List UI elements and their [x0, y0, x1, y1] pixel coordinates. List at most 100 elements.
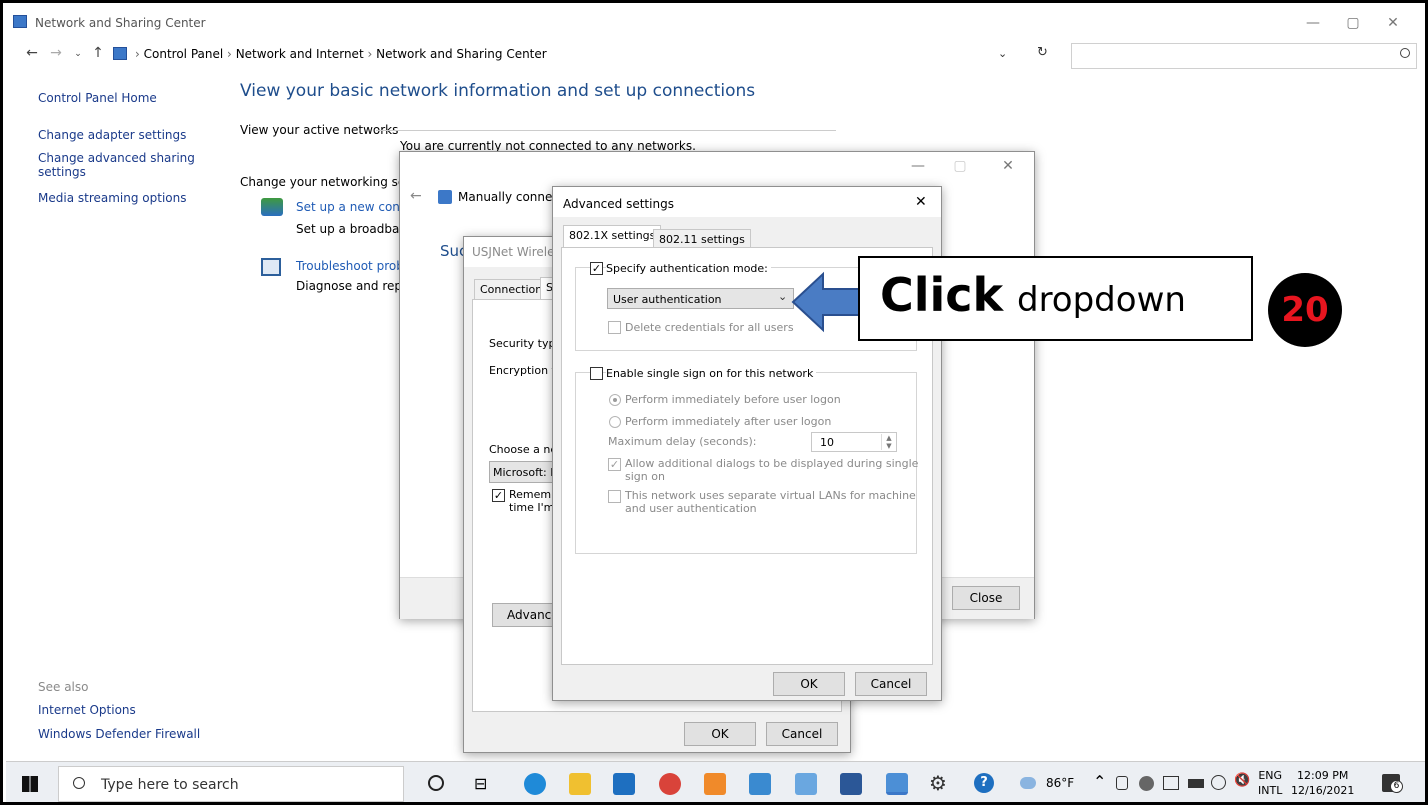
up-icon[interactable]: ↑ [87, 45, 109, 61]
title-bar: Network and Sharing Center — ▢ ✕ [13, 9, 1421, 37]
max-delay-spinner[interactable]: 10 ▲ ▼ [811, 432, 897, 452]
clock-date: 12/16/2021 [1291, 784, 1355, 797]
search-icon [1400, 48, 1410, 58]
manual-maximize-button[interactable]: ▢ [942, 154, 978, 178]
troubleshoot-link[interactable]: Troubleshoot probl [296, 259, 407, 273]
breadcrumb: › Control Panel › Network and Internet ›… [135, 47, 547, 61]
advanced-cancel-button[interactable]: Cancel [855, 672, 927, 696]
separate-vlans-label-1: This network uses separate virtual LANs … [625, 489, 916, 502]
network-app-icon[interactable] [749, 773, 771, 795]
breadcrumb-network-sharing[interactable]: Network and Sharing Center [376, 47, 547, 61]
spinner-arrows-icon[interactable]: ▲ ▼ [881, 434, 896, 450]
close-button[interactable]: ✕ [1375, 11, 1411, 35]
battery-icon[interactable] [1188, 779, 1204, 788]
specify-auth-checkbox[interactable]: ✓ [590, 262, 603, 275]
breadcrumb-separator: › [227, 47, 232, 61]
recent-dropdown-icon[interactable]: ⌄ [67, 49, 89, 59]
delete-credentials-checkbox[interactable] [608, 321, 621, 334]
tray-display-icon[interactable] [1163, 776, 1179, 790]
allow-dialogs-label-2: sign on [625, 470, 665, 483]
advanced-close-icon[interactable]: ✕ [915, 194, 927, 210]
advanced-ok-button[interactable]: OK [773, 672, 845, 696]
weather-temp[interactable]: 86°F [1046, 776, 1074, 790]
instruction-text: Click dropdown [880, 268, 1186, 322]
see-also-label: See also [38, 680, 89, 694]
setup-connection-desc: Set up a broadbanc [296, 222, 414, 236]
sidebar-item-adapter[interactable]: Change adapter settings [38, 128, 186, 142]
maximize-button[interactable]: ▢ [1335, 11, 1371, 35]
tray-security-icon[interactable] [1139, 776, 1154, 791]
manual-close-button[interactable]: ✕ [990, 154, 1026, 178]
taskbar: Type here to search ⊟ ⚙ ? 86°F ⌃ 🔇 ENG I… [6, 761, 1425, 802]
file-explorer-icon[interactable] [569, 773, 591, 795]
weather-icon[interactable] [1020, 777, 1036, 789]
language-top: ENG [1258, 769, 1283, 782]
network-icon [438, 190, 452, 204]
wireless-title: USJNet Wireles [472, 245, 561, 259]
wireless-cancel-button[interactable]: Cancel [766, 722, 838, 746]
start-icon[interactable] [22, 776, 38, 792]
setup-connection-link[interactable]: Set up a new conne [296, 200, 415, 214]
tray-app-icon[interactable] [1116, 776, 1128, 790]
taskbar-search[interactable]: Type here to search [58, 766, 404, 802]
firewall-link[interactable]: Windows Defender Firewall [38, 727, 200, 741]
cortana-icon[interactable] [428, 775, 444, 791]
tab-8021x[interactable]: 802.1X settings [563, 225, 662, 247]
allow-dialogs-checkbox[interactable]: ✓ [608, 458, 621, 471]
auth-mode-value: User authentication [613, 293, 722, 306]
divider [376, 130, 836, 131]
back-icon[interactable]: ← [21, 45, 43, 61]
chevron-down-icon: ⌄ [778, 290, 788, 303]
tab-80211[interactable]: 802.11 settings [653, 229, 751, 249]
max-delay-value: 10 [820, 436, 834, 449]
sidebar-home-link[interactable]: Control Panel Home [38, 91, 157, 105]
help-icon[interactable]: ? [974, 773, 994, 793]
address-bar: ← → ⌄ ↑ › Control Panel › Network and In… [13, 41, 1421, 71]
manual-minimize-button[interactable]: — [900, 154, 936, 178]
address-dropdown-icon[interactable]: ⌄ [998, 47, 1007, 60]
troubleshoot-desc: Diagnose and repai [296, 279, 413, 293]
edge-icon[interactable] [524, 773, 546, 795]
internet-options-link[interactable]: Internet Options [38, 703, 136, 717]
breadcrumb-separator: › [135, 47, 140, 61]
max-delay-label: Maximum delay (seconds): [608, 435, 757, 448]
sidebar-item-media[interactable]: Media streaming options [38, 191, 186, 205]
control-panel-taskbar-icon[interactable] [886, 773, 908, 795]
instruction-action: Click [880, 268, 1004, 322]
chrome-icon[interactable] [659, 773, 681, 795]
perform-after-radio[interactable] [609, 416, 621, 428]
language-indicator[interactable]: ENG INTL [1258, 768, 1282, 798]
enable-sso-checkbox[interactable] [590, 367, 603, 380]
clock[interactable]: 12:09 PM 12/16/2021 [1291, 768, 1354, 798]
tray-chevron-up-icon[interactable]: ⌃ [1093, 772, 1106, 791]
sublime-icon[interactable] [704, 773, 726, 795]
tab-connection[interactable]: Connection [474, 279, 549, 299]
mail-icon[interactable] [613, 773, 635, 795]
taskbar-search-placeholder: Type here to search [101, 777, 239, 793]
perform-before-radio[interactable] [609, 394, 621, 406]
enable-sso-label: Enable single sign on for this network [606, 367, 817, 380]
task-view-icon[interactable]: ⊟ [474, 774, 487, 793]
instruction-callout: Click dropdown [858, 256, 1253, 341]
close-dialog-button[interactable]: Close [952, 586, 1020, 610]
settings-gear-icon[interactable]: ⚙ [929, 771, 947, 795]
volume-muted-icon[interactable]: 🔇 [1234, 773, 1250, 788]
word-icon[interactable] [840, 773, 862, 795]
notification-count: 6 [1390, 780, 1403, 793]
notification-icon[interactable]: 6 [1382, 774, 1403, 793]
minimize-button[interactable]: — [1295, 11, 1331, 35]
page-title: View your basic network information and … [240, 81, 756, 101]
breadcrumb-network-internet[interactable]: Network and Internet [236, 47, 364, 61]
forward-icon[interactable]: → [45, 45, 67, 61]
separate-vlans-checkbox[interactable] [608, 490, 621, 503]
auth-mode-dropdown[interactable]: User authentication ⌄ [607, 288, 794, 309]
refresh-icon[interactable]: ↻ [1037, 45, 1048, 60]
back-icon[interactable]: ← [410, 188, 422, 204]
remember-checkbox[interactable]: ✓ [492, 489, 505, 502]
network-globe-icon[interactable] [1211, 775, 1226, 790]
breadcrumb-control-panel[interactable]: Control Panel [144, 47, 224, 61]
pen-app-icon[interactable] [795, 773, 817, 795]
sidebar-item-advanced-sharing[interactable]: Change advanced sharing settings [38, 151, 208, 179]
search-input[interactable] [1071, 43, 1417, 69]
wireless-ok-button[interactable]: OK [684, 722, 756, 746]
